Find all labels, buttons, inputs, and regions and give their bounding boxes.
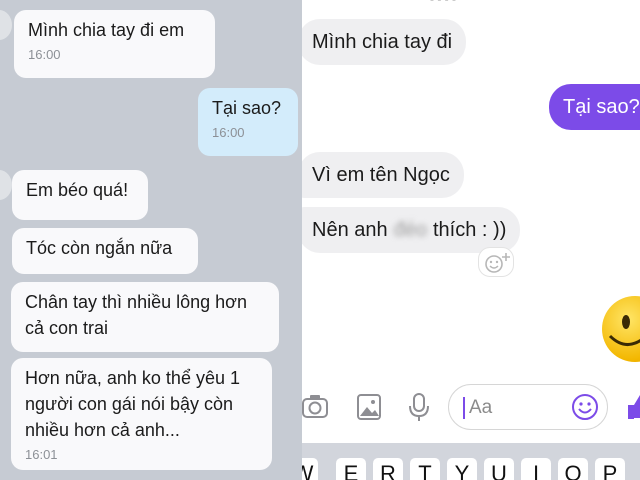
key[interactable]: Y [447, 458, 477, 480]
blurred-word: đéo [393, 219, 427, 241]
smiley-face-icon [608, 315, 640, 346]
message-time: 16:01 [25, 447, 58, 462]
avatar [0, 10, 12, 40]
photo-icon [357, 394, 381, 420]
key[interactable]: U [484, 458, 514, 480]
message-bubble: Hơn nữa, anh ko thể yêu 1 người con gái … [11, 358, 272, 470]
timestamp-cut: - - - - [430, 0, 456, 6]
emoji-icon[interactable] [571, 393, 599, 421]
message-text: Tại sao? [212, 98, 282, 118]
thumbs-up-icon [628, 395, 640, 419]
message-time: 16:00 [28, 47, 61, 62]
keyboard: W E R T Y U I O P [302, 443, 640, 480]
key[interactable]: E [336, 458, 366, 480]
camera-icon [302, 395, 328, 418]
camera-button[interactable] [302, 389, 330, 423]
key[interactable]: I [521, 458, 551, 480]
message-bubble: Vì em tên Ngọc [302, 152, 464, 198]
key[interactable]: W [302, 458, 318, 480]
input-placeholder: Aa [469, 397, 493, 418]
key[interactable]: R [373, 458, 403, 480]
message-bubble: Mình chia tay đi [302, 19, 467, 65]
key[interactable]: O [558, 458, 588, 480]
message-text: Chân tay thì nhiều lông hơn cả con trai [25, 292, 247, 338]
add-reaction-button[interactable] [478, 247, 514, 277]
message-time: 16:00 [212, 125, 245, 140]
avatar [0, 170, 12, 200]
like-button[interactable] [624, 389, 640, 423]
message-text: Nên anh [312, 219, 388, 241]
message-bubble: Chân tay thì nhiều lông hơn cả con trai [11, 282, 279, 352]
key[interactable]: P [595, 458, 625, 480]
voice-button[interactable] [404, 389, 434, 423]
smiley-sticker [602, 296, 640, 362]
photo-button[interactable] [354, 389, 384, 423]
message-bubble-outgoing: Tại sao? 16:00 [198, 88, 298, 156]
message-text: Em béo quá! [26, 180, 129, 200]
message-text: Tại sao? [563, 96, 640, 118]
message-text: Hơn nữa, anh ko thể yêu 1 người con gái … [25, 368, 240, 440]
message-text: Mình chia tay đi em [28, 20, 185, 40]
message-text: Tóc còn ngắn nữa [26, 238, 173, 258]
messenger-chat-panel: - - - - Mình chia tay đi Tại sao? Vì em … [302, 0, 640, 480]
message-text: Vì em tên Ngọc [312, 164, 450, 186]
message-text: Mình chia tay đi [312, 31, 453, 53]
message-bubble: Mình chia tay đi em 16:00 [14, 10, 215, 78]
composer-bar: Aa [302, 375, 640, 441]
add-reaction-icon [485, 253, 510, 273]
microphone-icon [409, 393, 429, 421]
message-bubble-outgoing: Tại sao? [549, 84, 640, 130]
message-text: thích : )) [433, 219, 507, 241]
key[interactable]: T [410, 458, 440, 480]
left-chat-panel: Mình chia tay đi em 16:00 Tại sao? 16:00… [0, 0, 302, 480]
message-bubble: Tóc còn ngắn nữa [12, 228, 198, 274]
text-caret [463, 397, 465, 419]
message-input[interactable]: Aa [448, 384, 608, 430]
message-bubble: Em béo quá! [12, 170, 148, 220]
